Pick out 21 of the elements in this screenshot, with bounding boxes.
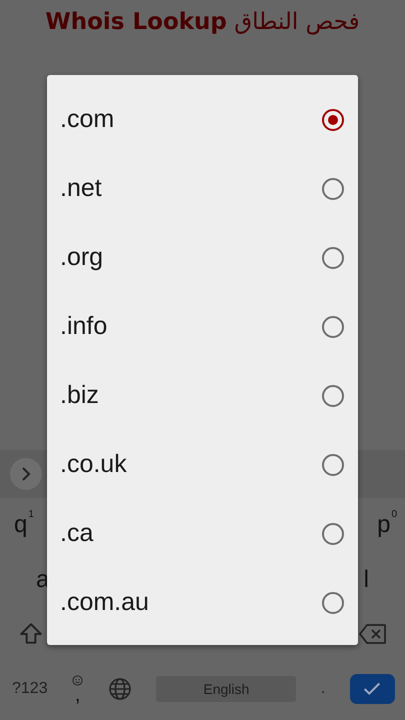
radio-button[interactable] [322, 454, 344, 476]
domain-option[interactable]: .net [47, 154, 358, 223]
domain-option[interactable]: .ca [47, 499, 358, 568]
radio-button[interactable] [322, 522, 344, 544]
domain-option[interactable]: .com [47, 85, 358, 154]
smiley-icon [72, 675, 84, 686]
backspace-icon[interactable] [359, 623, 387, 646]
radio-button[interactable] [322, 384, 344, 406]
expand-chevron-icon[interactable] [10, 458, 42, 490]
domain-option[interactable]: .co.uk [47, 430, 358, 499]
radio-button[interactable] [322, 108, 344, 130]
radio-button[interactable] [322, 178, 344, 200]
domain-option[interactable]: .org [47, 223, 358, 292]
domain-option[interactable]: .com.au [47, 568, 358, 637]
domain-option[interactable]: .info [47, 292, 358, 361]
radio-button[interactable] [322, 246, 344, 268]
radio-button[interactable] [322, 592, 344, 614]
enter-button[interactable] [350, 674, 395, 704]
globe-icon[interactable] [108, 676, 132, 701]
domain-option[interactable]: .biz [47, 361, 358, 430]
radio-button[interactable] [322, 316, 344, 338]
